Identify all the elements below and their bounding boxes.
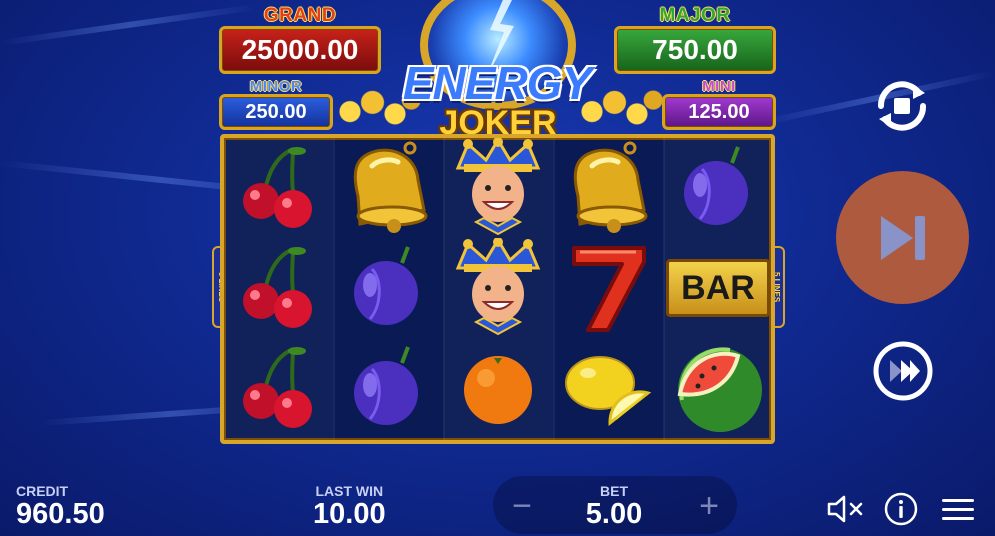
watermelon-symbol <box>664 338 772 438</box>
last-win-value: 10.00 <box>313 498 386 530</box>
bet-decrease-button[interactable]: − <box>497 484 547 528</box>
jackpot-major: MAJOR 750.00 <box>614 6 776 74</box>
credit-value: 960.50 <box>16 498 105 530</box>
plum-symbol <box>664 138 772 238</box>
jackpot-major-label: MAJOR <box>659 5 731 26</box>
fast-forward-icon <box>873 341 933 401</box>
bell-icon <box>353 141 428 233</box>
jackpot-grand: GRAND 25000.00 <box>219 6 381 74</box>
spin-button[interactable] <box>836 171 969 304</box>
bell-symbol <box>334 138 442 238</box>
info-button[interactable] <box>881 489 921 529</box>
cherry-symbol <box>224 138 332 238</box>
bet-label: BET <box>600 483 628 499</box>
cherry-icon <box>243 347 312 428</box>
bar-symbol: BAR <box>664 238 772 338</box>
info-icon <box>884 492 918 526</box>
plum-icon <box>354 246 418 325</box>
bell-icon <box>573 141 648 233</box>
jackpot-mini-label: MINI <box>702 78 736 95</box>
lemon-icon <box>565 356 652 427</box>
bet-display: BET 5.00 <box>579 483 649 531</box>
orange-symbol <box>444 338 552 438</box>
lemon-symbol <box>554 338 662 438</box>
seven-symbol <box>554 238 662 338</box>
jackpot-minor: MINOR 250.00 <box>219 79 333 130</box>
joker-icon <box>455 238 541 336</box>
jackpot-major-value: 750.00 <box>614 26 776 74</box>
menu-button[interactable] <box>938 489 978 529</box>
seven-icon <box>572 246 646 332</box>
cherry-symbol <box>224 238 332 338</box>
plum-symbol <box>334 238 442 338</box>
orange-icon <box>464 356 532 424</box>
bet-value: 5.00 <box>585 498 643 530</box>
bell-symbol <box>554 138 662 238</box>
plum-icon <box>684 146 748 225</box>
turbo-button[interactable] <box>871 339 935 403</box>
sound-muted-icon <box>827 495 863 523</box>
plum-symbol <box>334 338 442 438</box>
jackpot-grand-label: GRAND <box>263 5 337 26</box>
jackpot-minor-value: 250.00 <box>219 94 333 130</box>
autoplay-icon <box>877 81 927 131</box>
jackpot-minor-label: MINOR <box>249 78 303 95</box>
autoplay-button[interactable] <box>867 71 937 141</box>
joker-icon <box>455 138 541 236</box>
bar-label: BAR <box>666 259 770 317</box>
jackpot-grand-value: 25000.00 <box>219 26 381 74</box>
credit-label: CREDIT <box>16 483 69 499</box>
watermelon-icon <box>677 347 762 432</box>
game-title-energy: ENERGY <box>402 57 592 109</box>
last-win-label: LAST WIN <box>315 483 384 499</box>
plum-icon <box>354 346 418 425</box>
joker-symbol <box>444 138 552 238</box>
last-win-display: LAST WIN 10.00 <box>313 483 386 531</box>
reel-grid: BAR <box>220 134 775 444</box>
cherry-icon <box>243 247 312 328</box>
sound-toggle-button[interactable] <box>825 489 865 529</box>
jackpot-mini: MINI 125.00 <box>662 79 776 130</box>
hamburger-menu-icon <box>942 499 974 520</box>
jackpot-mini-value: 125.00 <box>662 94 776 130</box>
cherry-icon <box>243 147 312 228</box>
cherry-symbol <box>224 338 332 438</box>
joker-symbol <box>444 238 552 338</box>
bet-increase-button[interactable]: + <box>684 484 734 528</box>
skip-forward-icon <box>880 215 925 260</box>
credit-display: CREDIT 960.50 <box>16 483 105 531</box>
